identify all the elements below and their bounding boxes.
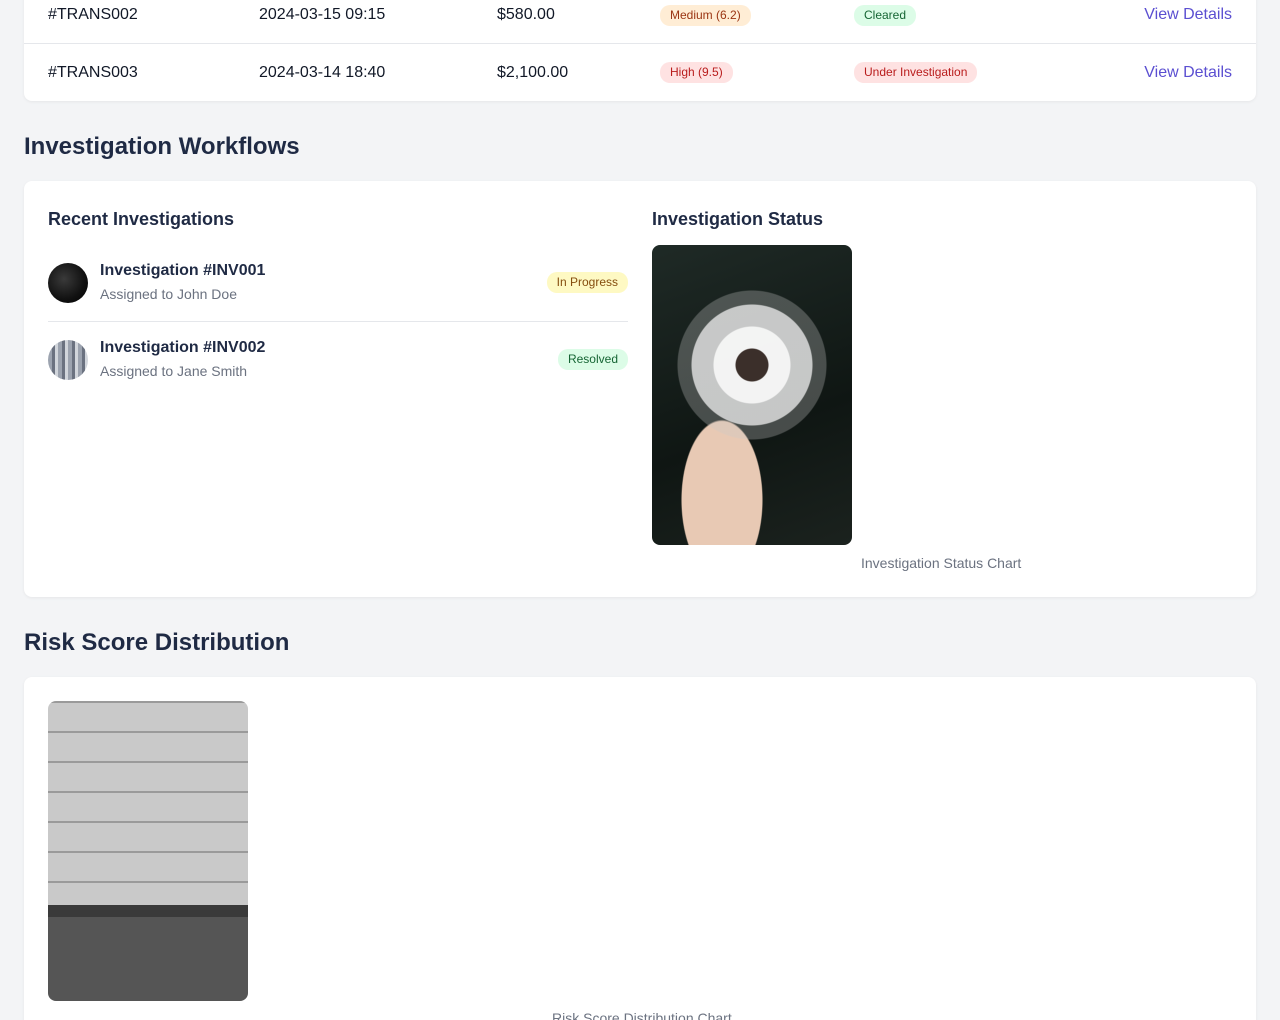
view-details-link[interactable]: View Details: [1144, 6, 1232, 24]
workflows-section-title: Investigation Workflows: [24, 133, 300, 160]
transaction-date: 2024-03-14 18:40: [259, 63, 386, 81]
transaction-id: #TRANS003: [48, 63, 138, 81]
transaction-amount: $580.00: [497, 6, 555, 23]
avatar: [48, 263, 88, 303]
risk-distribution-caption: Risk Score Distribution Chart: [552, 1010, 732, 1020]
risk-section-title: Risk Score Distribution: [24, 629, 290, 656]
view-details-link[interactable]: View Details: [1144, 64, 1232, 82]
transactions-table: #TRANS002 2024-03-15 09:15 $580.00 Mediu…: [24, 0, 1256, 101]
status-badge: Resolved: [557, 349, 628, 370]
investigation-name: Investigation #INV002: [100, 339, 266, 356]
table-row: #TRANS002 2024-03-15 09:15 $580.00 Mediu…: [24, 0, 1256, 44]
status-badge: Cleared: [854, 4, 917, 26]
list-item[interactable]: Investigation #INV002 Assigned to Jane S…: [48, 322, 628, 399]
risk-badge: Medium (6.2): [660, 4, 751, 26]
investigation-assignee: Assigned to John Doe: [100, 286, 237, 302]
avatar: [48, 340, 88, 380]
investigation-status-caption: Investigation Status Chart: [861, 555, 1022, 571]
workflows-card: Recent Investigations Investigation #INV…: [24, 181, 1256, 597]
list-item[interactable]: Investigation #INV001 Assigned to John D…: [48, 245, 628, 322]
status-badge: Under Investigation: [854, 62, 978, 83]
status-badge: In Progress: [546, 272, 628, 293]
transaction-date: 2024-03-15 09:15: [259, 6, 386, 23]
transaction-id: #TRANS002: [48, 6, 138, 23]
investigation-status-title: Investigation Status: [652, 209, 824, 229]
investigation-assignee: Assigned to Jane Smith: [100, 363, 248, 379]
investigation-status-chart-image: [652, 245, 852, 545]
risk-distribution-card: Risk Score Distribution Chart: [24, 677, 1256, 1020]
investigation-name: Investigation #INV001: [100, 262, 266, 279]
transaction-amount: $2,100.00: [497, 63, 569, 81]
table-row: #TRANS003 2024-03-14 18:40 $2,100.00 Hig…: [24, 44, 1256, 101]
risk-distribution-chart-image: [48, 701, 248, 1001]
risk-badge: High (9.5): [660, 62, 733, 83]
recent-investigations-title: Recent Investigations: [48, 209, 235, 229]
